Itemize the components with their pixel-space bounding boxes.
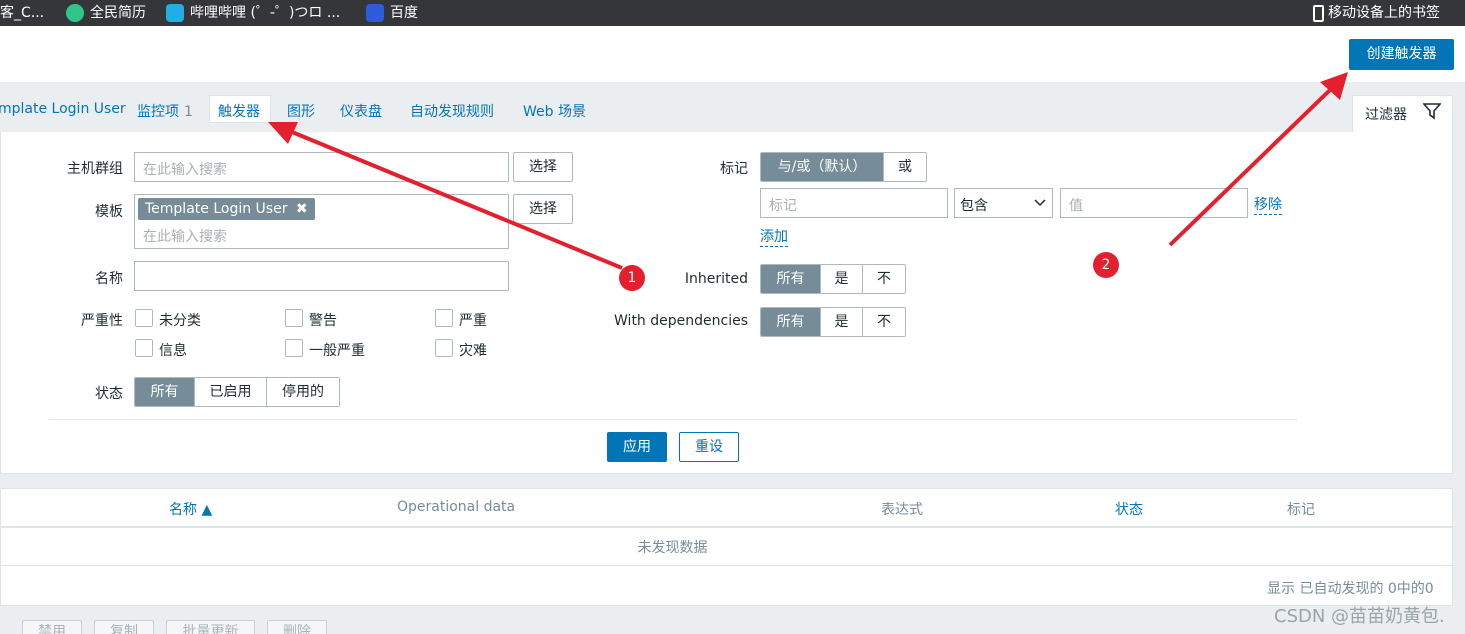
annotation-arrow-2 [1168,86,1334,247]
annotation-arrow-1 [291,130,623,270]
annotation-badge-2: 2 [1093,252,1119,278]
watermark: CSDN @苗苗奶黄包. [1274,606,1445,627]
annotation-arrows [268,72,1348,270]
annotation-badge-1: 1 [619,265,645,291]
